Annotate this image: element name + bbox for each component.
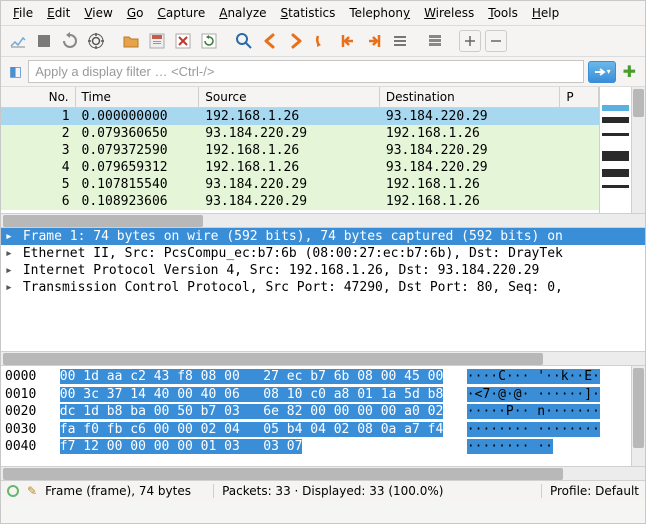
menu-view[interactable]: View [78,4,118,22]
packet-row[interactable]: 60.10892360693.184.220.29192.168.1.26 [1,193,599,210]
capture-options-icon[interactable] [85,30,107,52]
save-file-icon[interactable] [146,30,168,52]
go-to-packet-icon[interactable] [311,30,333,52]
col-header-time[interactable]: Time [76,87,200,107]
status-frame: Frame (frame), 74 bytes [45,484,205,498]
col-header-no[interactable]: No. [1,87,76,107]
edit-capture-comment-icon[interactable]: ✎ [27,484,37,498]
go-back-icon[interactable] [259,30,281,52]
close-file-icon[interactable] [172,30,194,52]
zoom-out-icon[interactable] [485,30,507,52]
menu-go[interactable]: Go [121,4,150,22]
stop-capture-icon[interactable] [33,30,55,52]
packet-details-pane[interactable]: ▸ Frame 1: 74 bytes on wire (592 bits), … [1,227,645,351]
packet-list-hscroll[interactable] [1,213,645,227]
packet-row[interactable]: 50.10781554093.184.220.29192.168.1.26 [1,176,599,193]
status-bar: ✎ Frame (frame), 74 bytes Packets: 33 · … [1,480,645,501]
detail-line[interactable]: ▸ Ethernet II, Src: PcsCompu_ec:b7:6b (0… [1,245,645,262]
packet-list-pane: No. Time Source Destination P 10.0000000… [1,87,645,213]
go-forward-icon[interactable] [285,30,307,52]
menu-tools[interactable]: Tools [482,4,524,22]
packet-list-header[interactable]: No. Time Source Destination P [1,87,599,108]
details-hscroll[interactable] [1,351,645,365]
auto-scroll-icon[interactable] [389,30,411,52]
restart-capture-icon[interactable] [59,30,81,52]
packet-bytes-pane[interactable]: 0000 00 1d aa c2 43 f8 08 00 27 ec b7 6b… [1,366,631,466]
filter-bar: ◧ ▾ ✚ [1,57,645,87]
menu-help[interactable]: Help [526,4,565,22]
main-toolbar [1,26,645,57]
menu-edit[interactable]: Edit [41,4,76,22]
menu-bar: File Edit View Go Capture Analyze Statis… [1,1,645,26]
bookmark-icon[interactable]: ◧ [7,64,24,80]
packet-row[interactable]: 40.079659312192.168.1.2693.184.220.29 [1,159,599,176]
display-filter-input[interactable] [28,60,583,83]
hex-line[interactable]: 0030 fa f0 fb c6 00 00 02 04 05 b4 04 02… [5,421,627,439]
menu-telephony[interactable]: Telephony [343,4,416,22]
packet-row[interactable]: 10.000000000192.168.1.2693.184.220.29 [1,108,599,125]
col-header-destination[interactable]: Destination [380,87,561,107]
apply-filter-button[interactable]: ▾ [588,61,616,83]
detail-line[interactable]: ▸ Internet Protocol Version 4, Src: 192.… [1,262,645,279]
col-header-protocol[interactable]: P [560,87,599,107]
expert-info-icon[interactable] [7,485,19,497]
add-filter-button[interactable]: ✚ [620,62,639,81]
menu-wireless[interactable]: Wireless [418,4,480,22]
packet-row[interactable]: 30.079372590192.168.1.2693.184.220.29 [1,142,599,159]
hex-line[interactable]: 0040 f7 12 00 00 00 00 01 03 03 07 ·····… [5,438,627,456]
menu-statistics[interactable]: Statistics [275,4,342,22]
start-capture-icon[interactable] [7,30,29,52]
colorize-icon[interactable] [424,30,446,52]
go-last-icon[interactable] [363,30,385,52]
hex-line[interactable]: 0020 dc 1d b8 ba 00 50 b7 03 6e 82 00 00… [5,403,627,421]
hex-vscroll[interactable] [631,366,645,466]
menu-file[interactable]: File [7,4,39,22]
detail-line[interactable]: ▸ Transmission Control Protocol, Src Por… [1,279,645,296]
hex-line[interactable]: 0000 00 1d aa c2 43 f8 08 00 27 ec b7 6b… [5,368,627,386]
status-profile[interactable]: Profile: Default [541,484,639,498]
open-file-icon[interactable] [120,30,142,52]
hex-hscroll[interactable] [1,466,645,480]
detail-line[interactable]: ▸ Frame 1: 74 bytes on wire (592 bits), … [1,228,645,245]
packet-minimap[interactable] [599,87,631,213]
hex-line[interactable]: 0010 00 3c 37 14 40 00 40 06 08 10 c0 a8… [5,386,627,404]
find-packet-icon[interactable] [233,30,255,52]
menu-capture[interactable]: Capture [151,4,211,22]
status-packets: Packets: 33 · Displayed: 33 (100.0%) [213,484,533,498]
col-header-source[interactable]: Source [199,87,380,107]
reload-file-icon[interactable] [198,30,220,52]
go-first-icon[interactable] [337,30,359,52]
packet-list-vscroll[interactable] [631,87,645,213]
zoom-in-icon[interactable] [459,30,481,52]
packet-row[interactable]: 20.07936065093.184.220.29192.168.1.26 [1,125,599,142]
menu-analyze[interactable]: Analyze [213,4,272,22]
